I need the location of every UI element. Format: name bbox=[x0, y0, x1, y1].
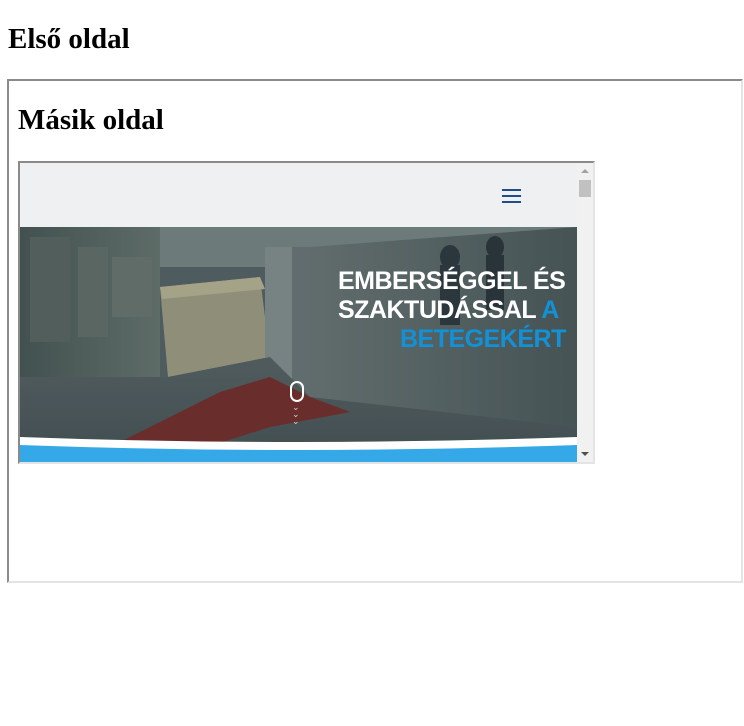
outer-iframe[interactable]: Másik oldal EMBERSÉGGEL ÉS SZAKTUDÁSSAL … bbox=[7, 79, 743, 583]
hero-headline: EMBERSÉGGEL ÉS SZAKTUDÁSSAL A BETEGEKÉRT bbox=[338, 267, 577, 354]
scroll-up-arrow-icon[interactable] bbox=[581, 169, 589, 173]
page-title: Első oldal bbox=[8, 23, 130, 55]
scrollbar-thumb[interactable] bbox=[579, 180, 591, 197]
scroll-down-arrow-icon[interactable] bbox=[581, 452, 589, 456]
inner-iframe[interactable]: EMBERSÉGGEL ÉS SZAKTUDÁSSAL A BETEGEKÉRT… bbox=[18, 161, 595, 464]
mouse-icon bbox=[290, 381, 304, 402]
scroll-down-mouse-icon[interactable]: ⌄ ⌄ ⌄ bbox=[290, 381, 304, 436]
hero-headline-line1: EMBERSÉGGEL ÉS bbox=[338, 267, 566, 295]
hero-headline-line2: SZAKTUDÁSSAL bbox=[338, 296, 536, 324]
site-header bbox=[20, 163, 577, 227]
hero-banner: EMBERSÉGGEL ÉS SZAKTUDÁSSAL A BETEGEKÉRT… bbox=[20, 227, 577, 462]
hero-headline-line2-accent: A bbox=[535, 296, 559, 324]
hero-headline-line3: BETEGEKÉRT bbox=[400, 325, 566, 353]
vertical-scrollbar[interactable] bbox=[577, 163, 593, 462]
inner-page-title: Másik oldal bbox=[18, 104, 164, 136]
chevron-down-icon: ⌄ ⌄ ⌄ bbox=[292, 403, 300, 427]
hamburger-menu-icon[interactable] bbox=[502, 188, 521, 203]
